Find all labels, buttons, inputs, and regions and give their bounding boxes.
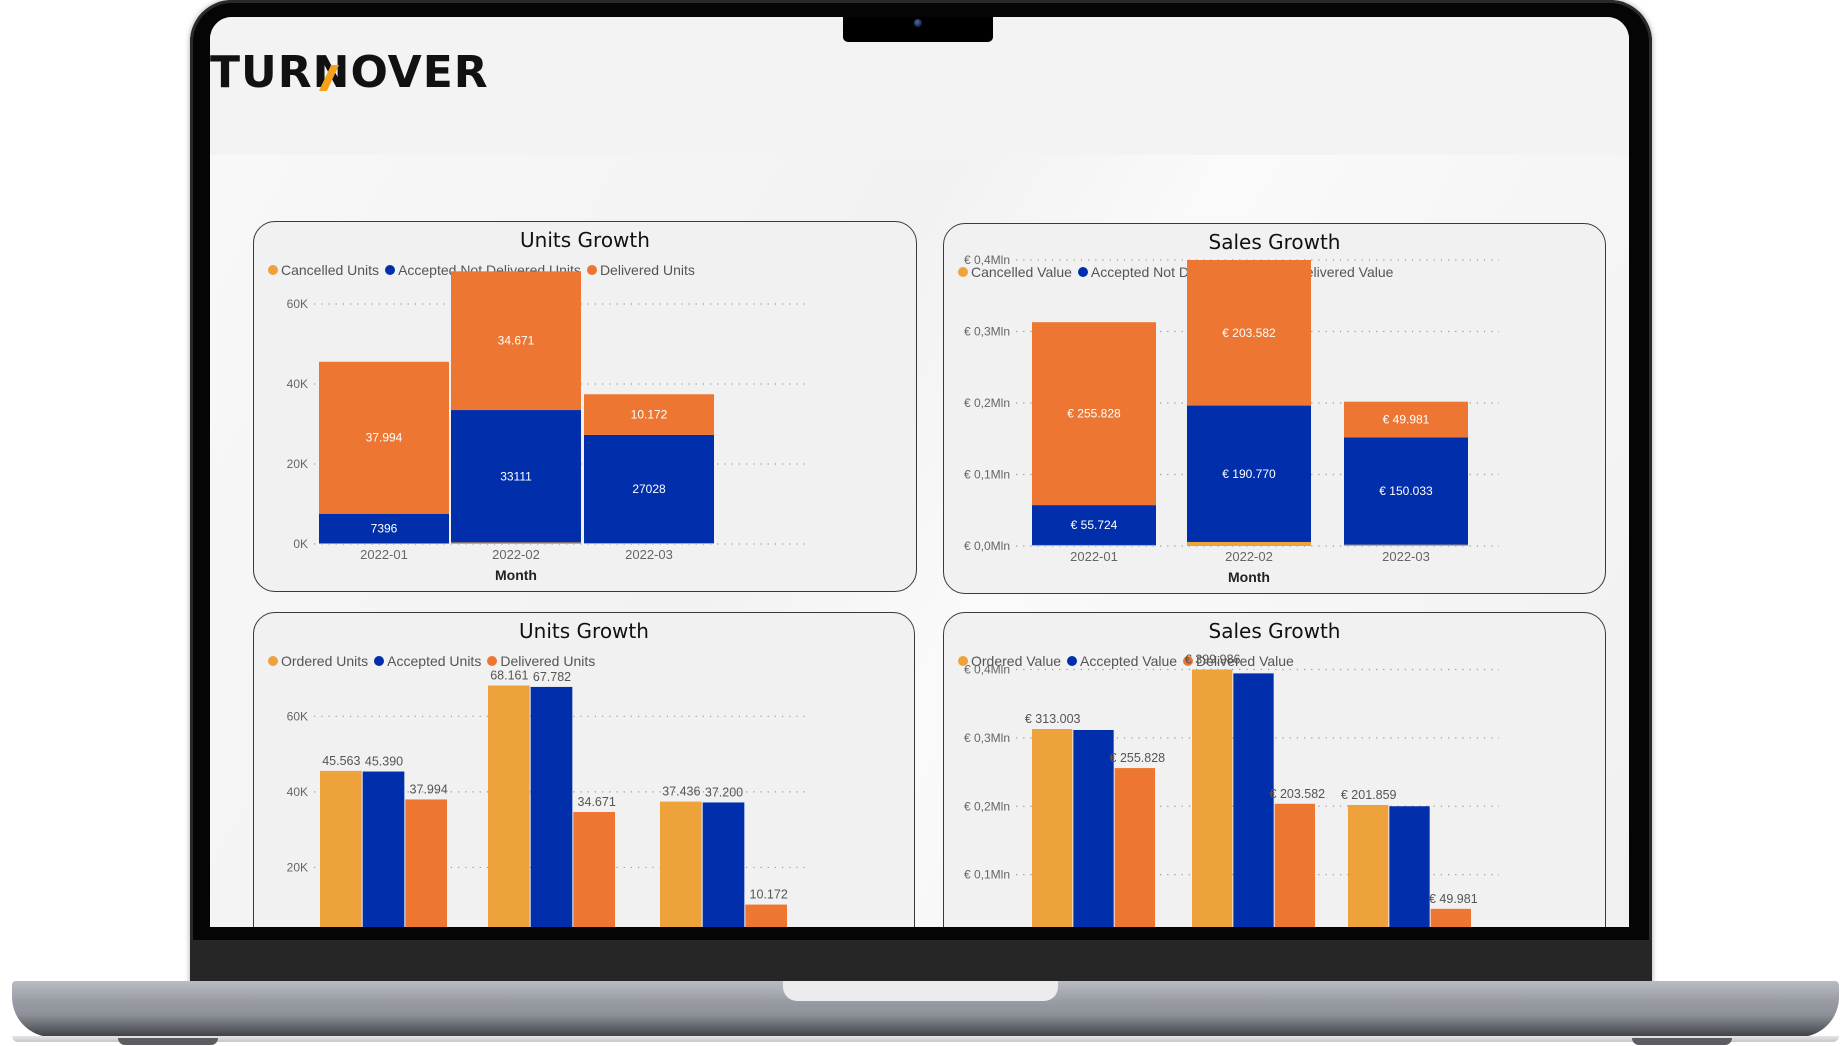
- bar-delivered-value-2022-02[interactable]: [1274, 803, 1315, 927]
- bar-delivered-value-2022-01[interactable]: [1114, 768, 1155, 927]
- y-tick-label: 20K: [287, 860, 308, 874]
- data-label: € 150.033: [1379, 484, 1433, 498]
- laptop-foot: [1632, 1038, 1732, 1045]
- chart-svg: € 0,0Mln € 0,1Mln € 0,2Mln € 0,3Mln € 0,4Mln…: [964, 253, 1499, 585]
- y-tick-label: 60K: [287, 709, 308, 723]
- laptop-foot: [118, 1038, 218, 1045]
- data-label: € 49.981: [1429, 892, 1478, 906]
- x-tick-label: 2022-01: [1070, 549, 1118, 564]
- data-label: € 49.981: [1383, 413, 1430, 427]
- data-label: € 201.859: [1341, 788, 1397, 802]
- data-label: 37.994: [410, 782, 448, 796]
- data-label: € 313.003: [1025, 712, 1081, 726]
- y-tick-label: € 0,2Mln: [964, 799, 1010, 813]
- y-tick-label: € 0,2Mln: [964, 396, 1010, 410]
- chart-svg: € 0,0Mln€ 0,1Mln€ 0,2Mln€ 0,3Mln€ 0,4Mln…: [964, 653, 1499, 927]
- y-tick-label: € 0,1Mln: [964, 468, 1010, 482]
- bar-accepted-units-2022-01[interactable]: [362, 771, 405, 927]
- bar-delivered-units-2022-02[interactable]: [573, 812, 615, 927]
- data-label: 34.671: [578, 795, 616, 809]
- units-growth-stacked-card[interactable]: Units Growth Cancelled Units Accepted Not …: [253, 221, 917, 592]
- bar-cancelled-value-2022-03[interactable]: [1344, 544, 1468, 546]
- camera-icon: [914, 19, 922, 27]
- x-tick-label: 2022-03: [625, 547, 673, 562]
- data-label: € 55.724: [1071, 518, 1118, 532]
- data-label: € 255.828: [1067, 407, 1121, 421]
- chart-svg: 0K20K40K60K45.56345.39037.99468.16167.78…: [287, 669, 809, 927]
- data-label: 45.563: [322, 754, 360, 768]
- y-tick-label: 40K: [287, 785, 308, 799]
- logo-text: OVER: [350, 47, 489, 98]
- bar-cancelled-units-2022-01[interactable]: [319, 543, 449, 544]
- bar-ordered-value-2022-02[interactable]: [1192, 669, 1233, 927]
- x-tick-label: 2022-02: [1225, 549, 1273, 564]
- screen: TURNOVER Units Growth Cancelled Units Acce…: [210, 17, 1629, 927]
- x-tick-label: 2022-03: [1382, 549, 1430, 564]
- data-label: 27028: [632, 482, 666, 496]
- data-label: 33111: [500, 469, 532, 483]
- laptop-chin: [190, 940, 1652, 985]
- chart-svg: 0K 20K 40K 60K 7396 37.994 2022-01 33111 34.671 2…: [287, 271, 809, 583]
- laptop-base-edge: [12, 1036, 1839, 1042]
- data-label: € 399.986: [1185, 653, 1241, 667]
- bar-accepted-value-2022-03[interactable]: [1389, 806, 1430, 927]
- data-label: 10.172: [750, 888, 788, 902]
- bar-cancelled-units-2022-03[interactable]: [584, 543, 714, 544]
- data-label: 67.782: [533, 670, 571, 684]
- data-label: 10.172: [631, 408, 668, 422]
- bar-ordered-units-2022-01[interactable]: [320, 770, 362, 927]
- x-tick-label: 2022-01: [360, 547, 408, 562]
- bar-delivered-value-2022-03[interactable]: [1430, 908, 1471, 927]
- x-tick-label: 2022-02: [492, 547, 540, 562]
- bar-delivered-units-2022-01[interactable]: [405, 799, 447, 927]
- bar-accepted-value-2022-02[interactable]: [1233, 673, 1274, 927]
- y-tick-label: 20K: [287, 457, 308, 471]
- turnover-logo: TURNOVER: [210, 47, 489, 98]
- sales-growth-clustered-card[interactable]: Sales Growth Ordered Value Accepted Value D…: [943, 612, 1606, 927]
- data-label: 34.671: [498, 334, 535, 348]
- data-label: 45.390: [365, 755, 403, 769]
- bar-delivered-units-2022-03[interactable]: [745, 904, 787, 927]
- y-tick-label: 40K: [287, 377, 308, 391]
- laptop-lid-opening: [783, 981, 1058, 1001]
- data-label: 68.161: [490, 669, 528, 683]
- data-label: € 190.770: [1222, 467, 1276, 481]
- x-axis-title: Month: [1228, 569, 1270, 585]
- y-tick-label: 0K: [293, 537, 308, 551]
- logo-accent-letter: N: [312, 47, 351, 98]
- y-tick-label: € 0,0Mln: [964, 539, 1010, 553]
- bar-cancelled-units-2022-02[interactable]: [451, 542, 581, 544]
- bar-cancelled-value-2022-01[interactable]: [1032, 544, 1156, 546]
- bar-accepted-value-2022-01[interactable]: [1073, 729, 1114, 927]
- units-growth-clustered-card[interactable]: Units Growth Ordered Units Accepted Units D…: [253, 612, 915, 927]
- data-label: 7396: [371, 522, 398, 536]
- logo-text: TUR: [210, 47, 313, 98]
- bar-ordered-units-2022-03[interactable]: [660, 801, 702, 927]
- report-canvas: Units Growth Cancelled Units Accepted Not …: [210, 155, 1629, 927]
- bar-accepted-units-2022-03[interactable]: [702, 802, 745, 927]
- y-tick-label: € 0,3Mln: [964, 731, 1010, 745]
- bar-ordered-value-2022-03[interactable]: [1348, 804, 1389, 927]
- data-label: € 203.582: [1222, 326, 1276, 340]
- data-label: 37.994: [366, 431, 403, 445]
- x-axis-title: Month: [495, 567, 537, 583]
- y-tick-label: € 0,4Mln: [964, 663, 1010, 677]
- y-tick-label: € 0,4Mln: [964, 253, 1010, 267]
- y-tick-label: € 0,1Mln: [964, 868, 1010, 882]
- bar-accepted-units-2022-02[interactable]: [530, 686, 573, 927]
- sales-growth-stacked-card[interactable]: Sales Growth Cancelled Value Accepted Not …: [943, 223, 1606, 594]
- data-label: 37.436: [662, 785, 700, 799]
- y-tick-label: 60K: [287, 297, 308, 311]
- data-label: € 255.828: [1110, 751, 1166, 765]
- data-label: € 203.582: [1270, 787, 1326, 801]
- bar-cancelled-value-2022-02[interactable]: [1187, 541, 1311, 546]
- data-label: 37.200: [705, 785, 743, 799]
- bar-ordered-value-2022-01[interactable]: [1032, 728, 1073, 927]
- bar-ordered-units-2022-02[interactable]: [488, 685, 530, 927]
- y-tick-label: € 0,3Mln: [964, 325, 1010, 339]
